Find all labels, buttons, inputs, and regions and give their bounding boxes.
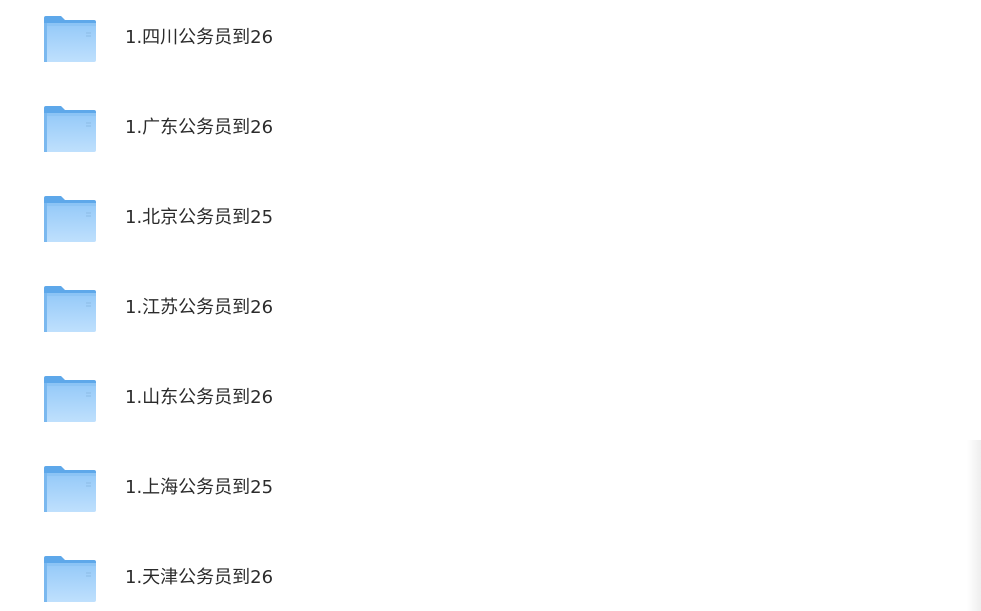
scroll-shadow [967,440,981,611]
folder-icon [42,194,98,244]
folder-name: 1.广东公务员到26 [125,117,274,138]
folder-name: 1.四川公务员到26 [125,27,274,48]
folder-name: 1.北京公务员到25 [125,207,274,228]
folder-item[interactable]: 1.上海公务员到25 [0,444,420,534]
folder-icon [42,554,98,604]
folder-icon [42,464,98,514]
folder-name: 1.江苏公务员到26 [125,297,274,318]
folder-item[interactable]: 1.山东公务员到26 [0,354,420,444]
folder-icon [42,104,98,154]
folder-item[interactable]: 1.广东公务员到26 [0,84,420,174]
folder-list: 1.四川公务员到26 1.广东公务员到26 1.北京公务员到25 1.江苏公务员… [0,0,981,611]
folder-name: 1.上海公务员到25 [125,477,274,498]
folder-icon [42,374,98,424]
folder-icon [42,284,98,334]
folder-item[interactable]: 1.四川公务员到26 [0,0,420,84]
folder-item[interactable]: 1.天津公务员到26 [0,534,420,611]
folder-name: 1.山东公务员到26 [125,387,274,408]
folder-item[interactable]: 1.北京公务员到25 [0,174,420,264]
folder-icon [42,14,98,64]
folder-item[interactable]: 1.江苏公务员到26 [0,264,420,354]
folder-name: 1.天津公务员到26 [125,567,274,588]
